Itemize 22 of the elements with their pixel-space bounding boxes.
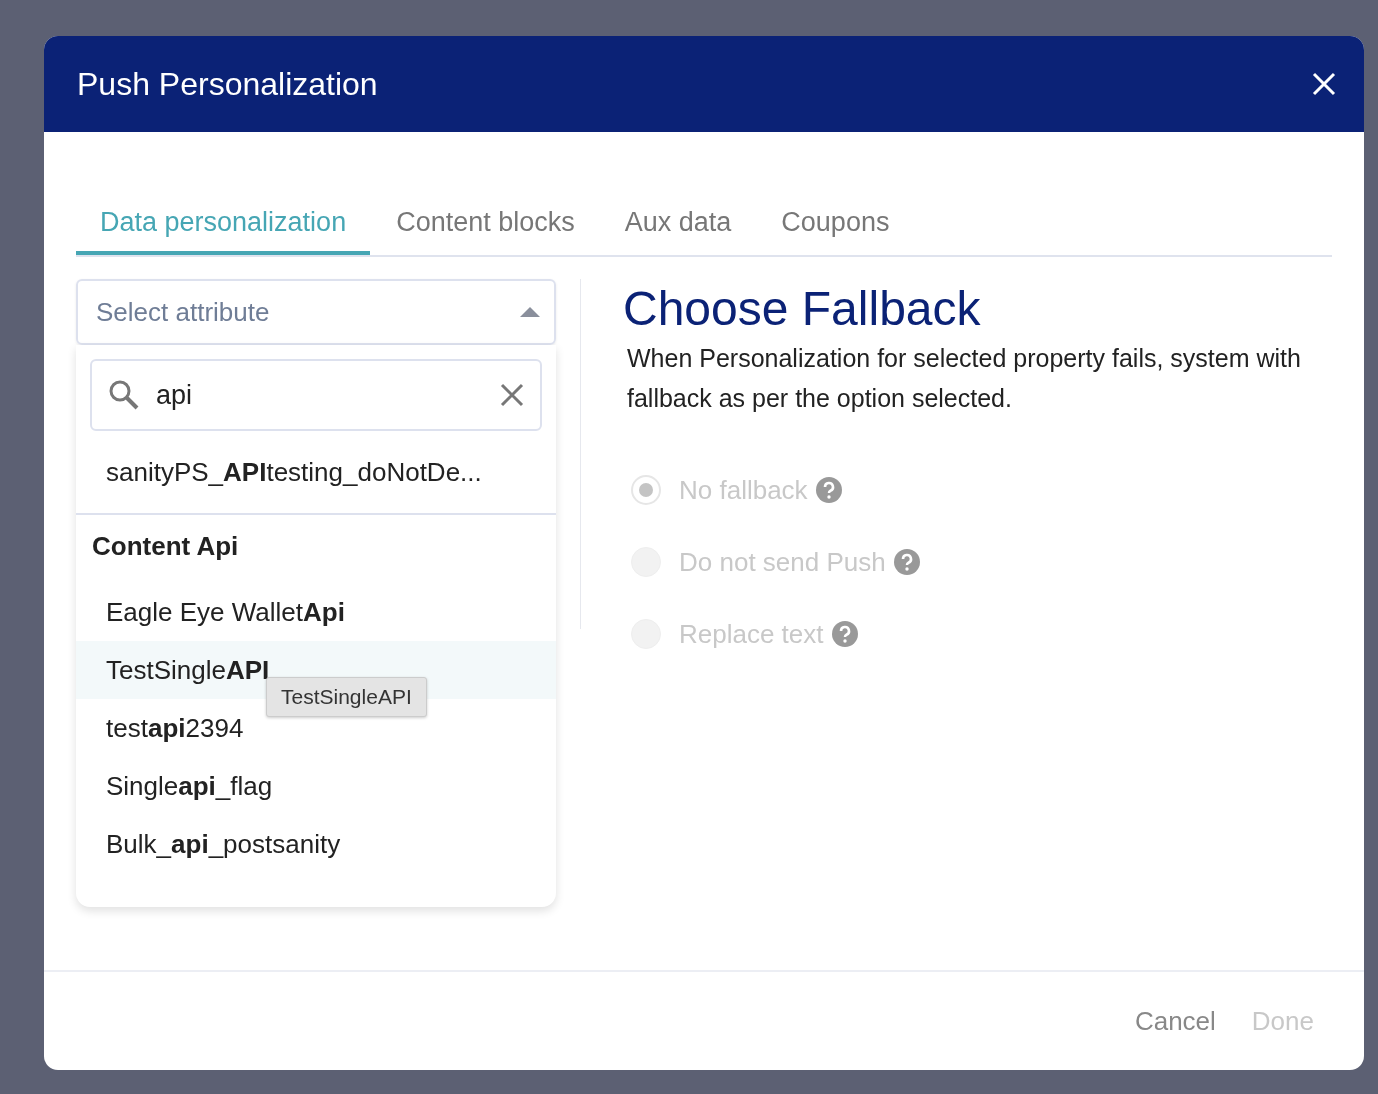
description-text: When Personalization for selected property fails, system with fallback as per the option selected. — [627, 343, 1302, 414]
search-icon — [108, 379, 140, 411]
tab[interactable]: Coupons — [757, 194, 914, 255]
dialog-title: Push Personalization — [77, 65, 378, 103]
section-heading: Choose Fallback — [623, 281, 982, 336]
list-item[interactable]: sanityPS_APItesting_doNotDe... — [76, 443, 556, 501]
footer-button[interactable]: Cancel — [1134, 1005, 1216, 1037]
help-icon[interactable] — [815, 477, 842, 503]
group-heading: Content Api — [91, 530, 240, 563]
select-field[interactable]: Select attribute — [76, 279, 556, 345]
clear-icon[interactable] — [500, 383, 524, 407]
caret-icon — [520, 307, 540, 317]
list-item[interactable]: Singleapi_flag — [76, 757, 556, 815]
close-icon — [1312, 72, 1336, 96]
tab[interactable]: Content blocks — [372, 194, 599, 255]
help-icon[interactable] — [831, 621, 858, 647]
list-item[interactable]: Eagle Eye WalletApi — [76, 583, 556, 641]
tab[interactable]: Aux data — [600, 194, 756, 255]
search-field[interactable]: api — [90, 359, 542, 431]
help-icon[interactable] — [893, 549, 920, 575]
close-button[interactable] — [1312, 72, 1336, 96]
list-item[interactable]: Bulk_api_postsanity — [76, 815, 556, 873]
